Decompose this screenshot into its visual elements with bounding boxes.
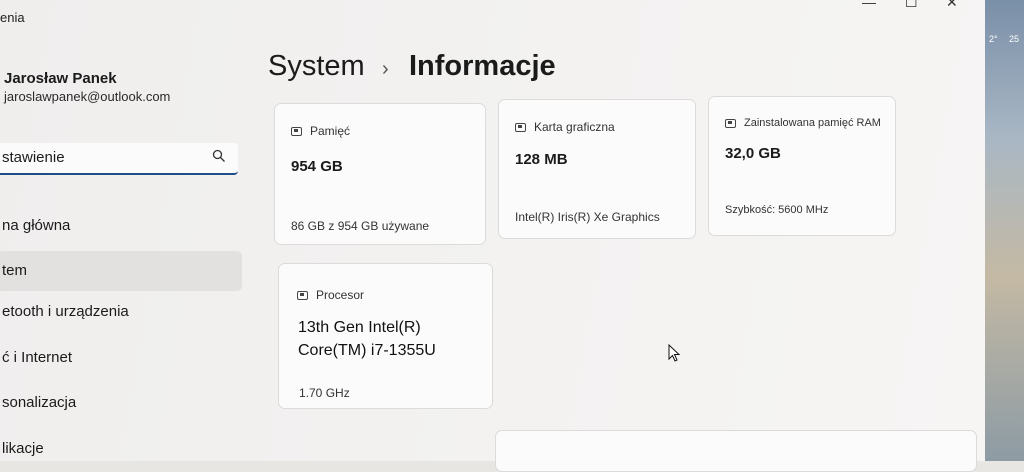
gpu-card[interactable]: Karta graficzna 128 MB Intel(R) Iris(R) … xyxy=(498,99,696,239)
gpu-detail: Intel(R) Iris(R) Xe Graphics xyxy=(515,210,660,224)
breadcrumb-root[interactable]: System xyxy=(268,50,365,83)
cpu-card[interactable]: Procesor 13th Gen Intel(R) Core(TM) i7-1… xyxy=(278,263,493,409)
ram-value: 32,0 GB xyxy=(725,145,781,162)
cpu-icon xyxy=(297,290,308,300)
gpu-value: 128 MB xyxy=(515,151,568,168)
ram-detail: Szybkość: 5600 MHz xyxy=(725,204,829,216)
search-box[interactable] xyxy=(0,143,238,175)
window-title: enia xyxy=(0,10,25,25)
search-input[interactable] xyxy=(0,143,202,171)
user-name: Jarosław Panek xyxy=(4,70,117,87)
sidebar-item-apps[interactable]: likacje xyxy=(0,429,242,469)
gpu-icon xyxy=(515,122,526,132)
sidebar-item-personalization[interactable]: sonalizacja xyxy=(0,383,242,423)
minimize-button[interactable]: — xyxy=(862,0,876,10)
storage-icon xyxy=(291,126,302,136)
maximize-button[interactable]: ☐ xyxy=(905,0,918,11)
gpu-card-title: Karta graficzna xyxy=(534,120,615,134)
cpu-card-title: Procesor xyxy=(316,288,365,302)
weather-temp: 2° xyxy=(989,34,998,44)
cpu-name-line1: 13th Gen Intel(R) xyxy=(298,319,421,336)
storage-card-title: Pamięć xyxy=(310,124,351,138)
breadcrumb-separator: › xyxy=(382,58,389,80)
sidebar-item-home[interactable]: na główna xyxy=(0,206,242,246)
ram-icon xyxy=(725,118,736,128)
cpu-name-line2: Core(TM) i7-1355U xyxy=(298,342,436,359)
ram-card-title: Zainstalowana pamięć RAM xyxy=(744,117,881,129)
sidebar-item-bluetooth[interactable]: etooth i urządzenia xyxy=(0,292,242,332)
storage-value: 954 GB xyxy=(291,158,343,175)
storage-card[interactable]: Pamięć 954 GB 86 GB z 954 GB używane xyxy=(274,103,486,245)
desktop-background: 2° 25 xyxy=(985,0,1024,461)
sidebar-item-network[interactable]: ć i Internet xyxy=(0,338,242,378)
settings-window: enia — ☐ ✕ Jarosław Panek jaroslawpanek@… xyxy=(0,0,985,472)
page-title: Informacje xyxy=(409,50,556,82)
next-section-panel[interactable] xyxy=(495,430,977,472)
close-button[interactable]: ✕ xyxy=(946,0,958,11)
user-email: jaroslawpanek@outlook.com xyxy=(4,89,171,104)
search-icon[interactable] xyxy=(212,149,226,163)
sidebar-item-system[interactable]: tem xyxy=(0,251,242,291)
weather-temp-2: 25 xyxy=(1009,34,1020,44)
mouse-cursor-icon xyxy=(668,344,681,362)
storage-detail: 86 GB z 954 GB używane xyxy=(291,219,430,233)
ram-card[interactable]: Zainstalowana pamięć RAM 32,0 GB Szybkoś… xyxy=(708,96,896,236)
cpu-speed: 1.70 GHz xyxy=(299,386,350,400)
